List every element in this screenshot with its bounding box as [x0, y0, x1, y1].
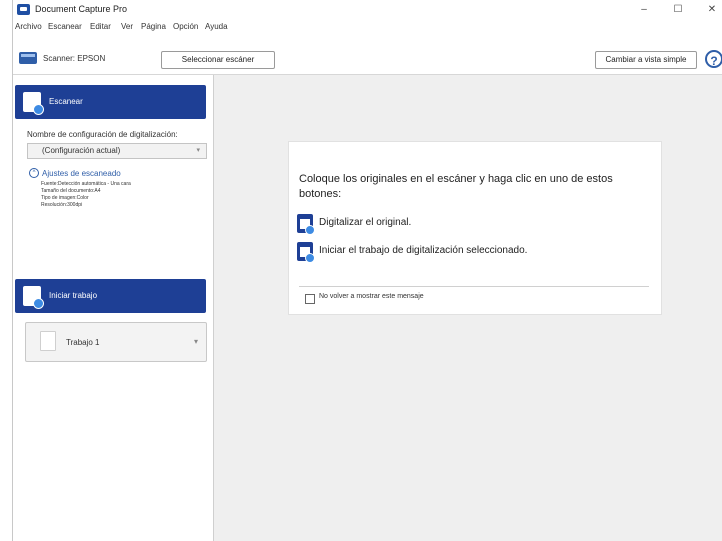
menu-ayuda[interactable]: Ayuda: [205, 22, 228, 31]
config-dropdown-value: (Configuración actual): [42, 146, 121, 155]
menu-ver[interactable]: Ver: [121, 22, 133, 31]
left-panel: Escanear Nombre de configuración de digi…: [13, 75, 214, 541]
scan-icon: [23, 92, 44, 115]
select-scanner-button[interactable]: Seleccionar escáner: [161, 51, 275, 69]
config-name-label: Nombre de configuración de digitalizació…: [27, 130, 178, 139]
document-icon: [40, 331, 56, 351]
menu-escanear[interactable]: Escanear: [48, 22, 82, 31]
close-button[interactable]: ✕: [701, 2, 722, 18]
window-title: Document Capture Pro: [35, 4, 128, 14]
scan-icon: [297, 214, 315, 235]
instruction-dialog: Coloque los originales en el escáner y h…: [288, 141, 662, 315]
scanner-icon: [19, 52, 37, 64]
help-icon[interactable]: ?: [705, 50, 722, 68]
menu-pagina[interactable]: Página: [141, 22, 166, 31]
divider: [299, 286, 649, 287]
dont-show-label: No volver a mostrar este mensaje: [319, 293, 424, 300]
scan-detail-source: Fuente:Detección automática - Una cara: [41, 181, 131, 187]
menu-bar: Archivo Escanear Editar Ver Página Opció…: [13, 20, 722, 34]
scan-original-label: Digitalizar el original.: [319, 217, 412, 228]
instruction-text: Coloque los originales en el escáner y h…: [299, 173, 613, 200]
app-window: Document Capture Pro – ☐ ✕ Archivo Escan…: [12, 0, 722, 541]
start-job-label: Iniciar el trabajo de digitalización sel…: [319, 245, 528, 256]
menu-opcion[interactable]: Opción: [173, 22, 198, 31]
job-header-button[interactable]: Iniciar trabajo: [15, 279, 206, 313]
main-area: Coloque los originales en el escáner y h…: [214, 75, 722, 541]
chevron-down-icon: ▾: [196, 147, 200, 154]
menu-archivo[interactable]: Archivo: [15, 22, 42, 31]
job-start-icon: [297, 242, 315, 263]
dont-show-checkbox[interactable]: [305, 294, 315, 304]
simple-view-button[interactable]: Cambiar a vista simple: [595, 51, 697, 69]
job-start-icon: [23, 286, 44, 309]
scan-settings-link[interactable]: Ajustes de escaneado: [42, 169, 121, 178]
toolbar: Scanner: EPSON Seleccionar escáner Cambi…: [13, 44, 722, 75]
job-header-label: Iniciar trabajo: [49, 291, 98, 300]
menu-editar[interactable]: Editar: [90, 22, 111, 31]
collapse-icon[interactable]: ^: [29, 168, 39, 178]
title-bar: Document Capture Pro – ☐ ✕: [13, 0, 722, 20]
job-dropdown-value: Trabajo 1: [66, 338, 100, 347]
scan-header-button[interactable]: Escanear: [15, 85, 206, 119]
scan-detail-resolution: Resolución:300dpi: [41, 202, 83, 208]
maximize-button[interactable]: ☐: [667, 2, 689, 18]
chevron-down-icon: ▾: [193, 337, 198, 346]
scan-detail-type: Tipo de imagen:Color: [41, 195, 89, 201]
app-icon: [17, 4, 30, 15]
job-dropdown[interactable]: Trabajo 1 ▾: [25, 322, 207, 362]
scanner-label: Scanner: EPSON: [43, 54, 106, 63]
scan-detail-size: Tamaño del documento:A4: [41, 188, 101, 194]
minimize-button[interactable]: –: [633, 2, 655, 18]
config-dropdown[interactable]: (Configuración actual) ▾: [27, 143, 207, 159]
scan-header-label: Escanear: [49, 97, 83, 106]
